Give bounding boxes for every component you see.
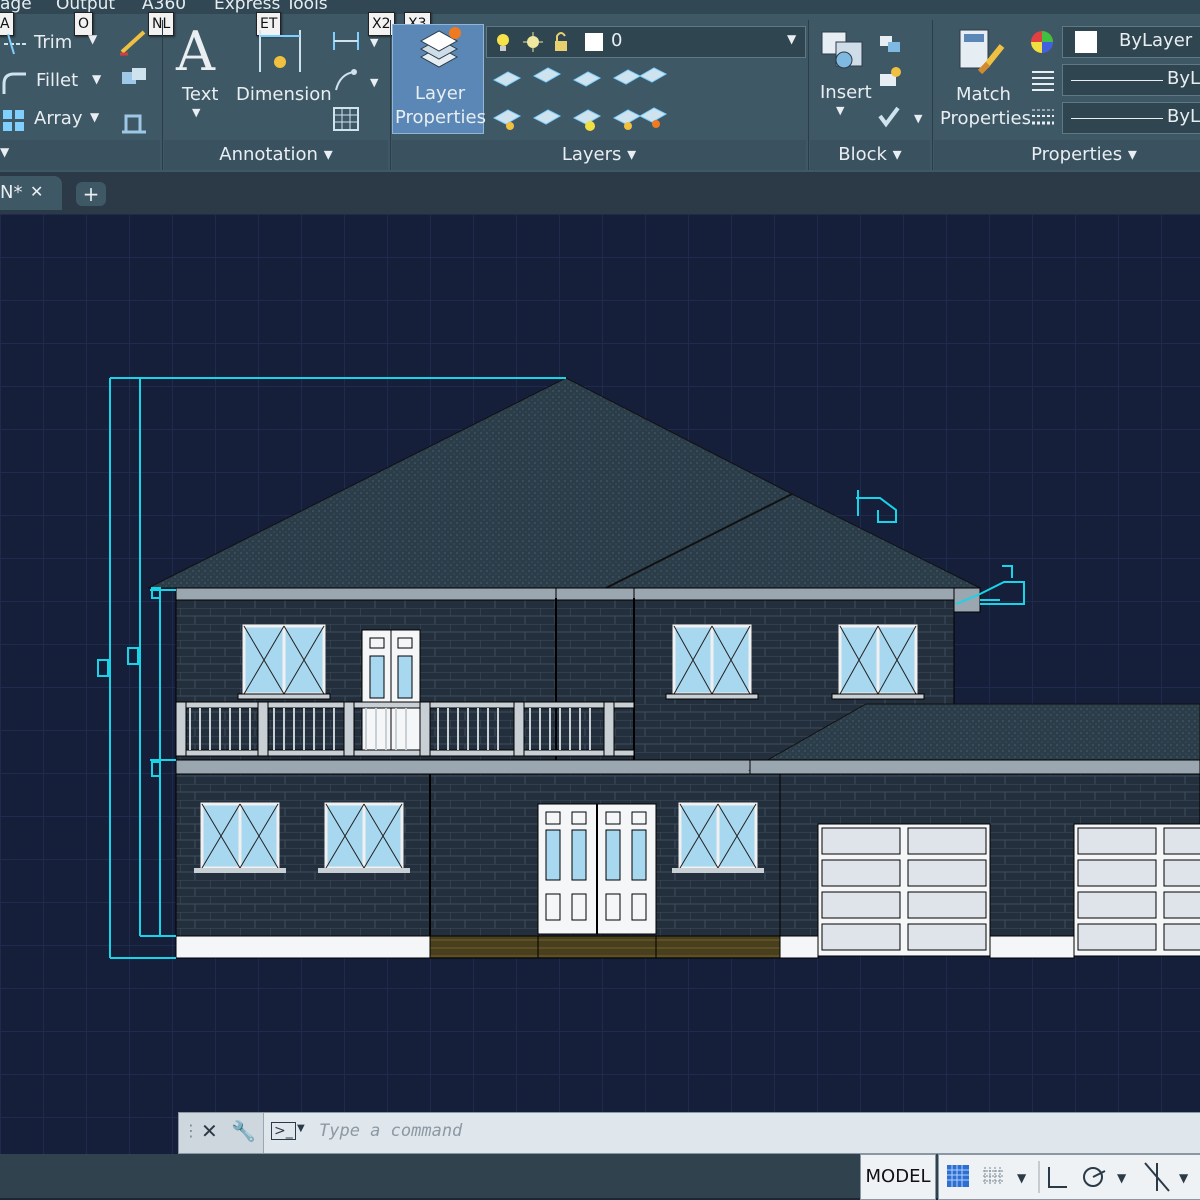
front-doors bbox=[537, 803, 657, 935]
model-space-button[interactable]: MODEL bbox=[860, 1154, 936, 1200]
svg-text:▼: ▼ bbox=[1117, 1171, 1127, 1185]
wrench-icon[interactable]: 🔧 bbox=[231, 1119, 256, 1143]
snap-icon bbox=[983, 1167, 1003, 1185]
polar-icon bbox=[1083, 1167, 1106, 1187]
command-handle[interactable]: ⋮ ✕ 🔧 bbox=[179, 1113, 264, 1153]
balcony-door bbox=[361, 629, 421, 757]
close-command-icon[interactable]: ✕ bbox=[201, 1119, 218, 1143]
command-prompt-icon[interactable]: >_ bbox=[271, 1122, 296, 1140]
command-line[interactable]: ⋮ ✕ 🔧 >_ ▼ Type a command bbox=[178, 1112, 1200, 1154]
house-elevation-drawing bbox=[97, 377, 1200, 959]
garage-fascia bbox=[749, 759, 1200, 775]
status-toggles: ▼ ▼ ▼ bbox=[938, 1154, 1200, 1200]
grid-icon bbox=[947, 1165, 969, 1187]
command-input[interactable]: Type a command bbox=[319, 1121, 462, 1141]
command-recent-dropdown-icon[interactable]: ▼ bbox=[297, 1123, 305, 1134]
status-icons-svg: ▼ ▼ ▼ bbox=[947, 1161, 1189, 1193]
ortho-icon bbox=[1048, 1167, 1067, 1188]
svg-text:▼: ▼ bbox=[1179, 1171, 1189, 1185]
floor-band bbox=[175, 759, 781, 775]
grip-icon[interactable]: ⋮ bbox=[183, 1121, 199, 1140]
main-roof bbox=[147, 377, 981, 589]
isodraft-icon bbox=[1144, 1162, 1170, 1192]
svg-text:▼: ▼ bbox=[1017, 1171, 1027, 1185]
